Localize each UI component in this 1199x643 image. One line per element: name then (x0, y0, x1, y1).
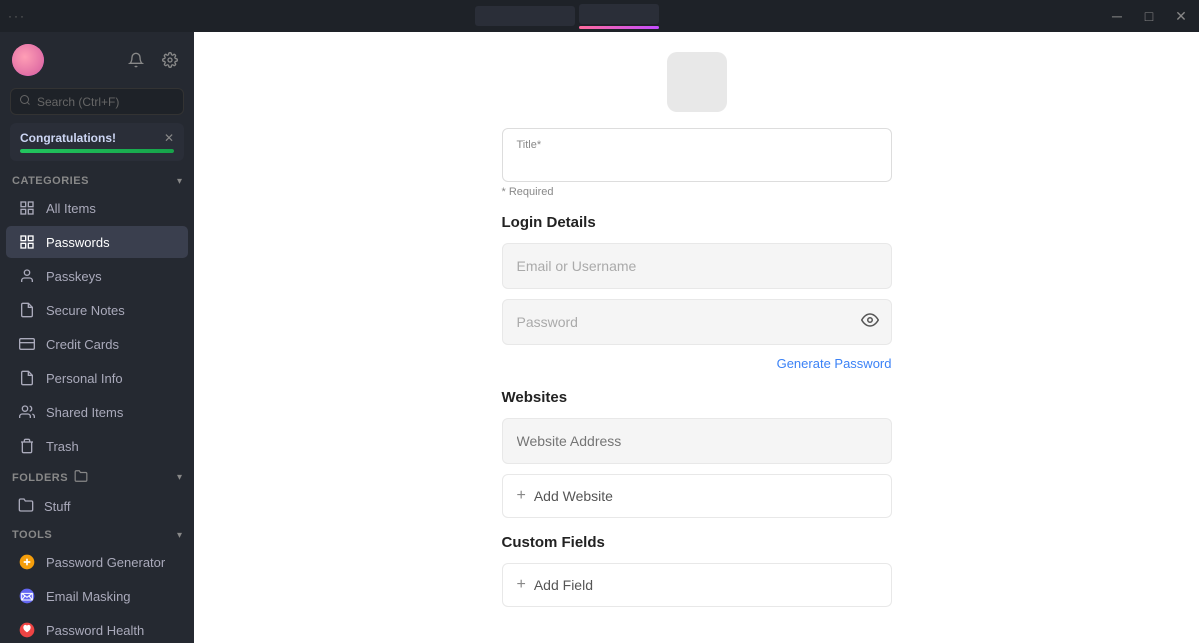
websites-section-title: Websites (502, 389, 892, 406)
secure-notes-label: Secure Notes (46, 303, 125, 318)
sidebar-item-password-generator[interactable]: Password Generator (6, 546, 188, 578)
tools-chevron-icon: ▾ (177, 530, 182, 541)
categories-section-header[interactable]: Categories ▾ (0, 169, 194, 191)
sidebar: Search (Ctrl+F) Congratulations! ✕ Categ… (0, 32, 194, 643)
website-input[interactable] (502, 418, 892, 464)
folder-stuff-label: Stuff (44, 499, 71, 514)
passkeys-icon (18, 267, 36, 285)
minimize-button[interactable]: ─ (1107, 6, 1127, 26)
tools-label: Tools (12, 529, 52, 541)
personal-info-label: Personal Info (46, 371, 123, 386)
trash-label: Trash (46, 439, 79, 454)
congrats-title: Congratulations! (20, 131, 116, 145)
sidebar-item-credit-cards[interactable]: Credit Cards (6, 328, 188, 360)
search-bar[interactable]: Search (Ctrl+F) (10, 88, 184, 115)
folders-label: Folders (12, 472, 68, 484)
password-input[interactable] (503, 300, 861, 344)
trash-icon (18, 437, 36, 455)
app-body: Search (Ctrl+F) Congratulations! ✕ Categ… (0, 32, 1199, 643)
congrats-banner: Congratulations! ✕ (10, 123, 184, 161)
header-icons (124, 48, 182, 72)
titlebar: ··· ─ □ ✕ (0, 0, 1199, 32)
add-field-label: Add Field (534, 577, 593, 593)
generate-password-link-wrapper: Generate Password (502, 355, 892, 373)
congrats-header: Congratulations! ✕ (20, 131, 174, 145)
password-generator-label: Password Generator (46, 555, 165, 570)
passwords-icon (18, 233, 36, 251)
password-field-wrapper (502, 299, 892, 345)
notifications-button[interactable] (124, 48, 148, 72)
folder-stuff[interactable]: Stuff (6, 491, 188, 522)
add-website-label: Add Website (534, 488, 613, 504)
title-label: Title* (517, 139, 877, 151)
folders-chevron-icon: ▾ (177, 472, 182, 483)
tab-active[interactable] (579, 4, 659, 24)
email-masking-icon (18, 587, 36, 605)
folders-section-header[interactable]: Folders ▾ (0, 463, 194, 490)
settings-button[interactable] (158, 48, 182, 72)
all-items-label: All Items (46, 201, 96, 216)
main-content: Title* * Required Login Details Ge (194, 32, 1199, 643)
required-note: * Required (502, 186, 892, 198)
add-field-button[interactable]: + Add Field (502, 563, 892, 607)
personal-info-icon (18, 369, 36, 387)
email-input[interactable] (517, 258, 877, 274)
sidebar-item-trash[interactable]: Trash (6, 430, 188, 462)
categories-chevron-icon: ▾ (177, 176, 182, 187)
add-website-plus-icon: + (517, 487, 526, 505)
login-section-title: Login Details (502, 214, 892, 231)
passkeys-label: Passkeys (46, 269, 102, 284)
tools-section-header[interactable]: Tools ▾ (0, 523, 194, 545)
titlebar-dots: ··· (8, 9, 26, 23)
sidebar-item-shared-items[interactable]: Shared Items (6, 396, 188, 428)
titlebar-controls: ─ □ ✕ (1107, 6, 1191, 26)
sidebar-item-personal-info[interactable]: Personal Info (6, 362, 188, 394)
tab-inactive-1[interactable] (475, 6, 575, 26)
sidebar-item-email-masking[interactable]: Email Masking (6, 580, 188, 612)
password-generator-icon (18, 553, 36, 571)
password-health-icon (18, 621, 36, 639)
progress-bar (20, 149, 174, 153)
password-toggle-icon[interactable] (861, 311, 891, 334)
maximize-button[interactable]: □ (1139, 6, 1159, 26)
search-placeholder: Search (Ctrl+F) (37, 95, 119, 109)
title-input[interactable] (517, 153, 877, 169)
categories-label: Categories (12, 175, 89, 187)
sidebar-item-secure-notes[interactable]: Secure Notes (6, 294, 188, 326)
item-icon-placeholder (667, 52, 727, 112)
sidebar-item-passwords[interactable]: Passwords (6, 226, 188, 258)
secure-notes-icon (18, 301, 36, 319)
custom-fields-section-title: Custom Fields (502, 534, 892, 551)
form-container: Title* * Required Login Details Ge (502, 128, 892, 623)
avatar[interactable] (12, 44, 44, 76)
new-folder-icon[interactable] (74, 469, 88, 486)
title-input-wrapper: Title* (502, 128, 892, 182)
congrats-close-button[interactable]: ✕ (164, 131, 174, 145)
sidebar-item-passkeys[interactable]: Passkeys (6, 260, 188, 292)
sidebar-item-all-items[interactable]: All Items (6, 192, 188, 224)
add-website-button[interactable]: + Add Website (502, 474, 892, 518)
credit-cards-label: Credit Cards (46, 337, 119, 352)
password-health-label: Password Health (46, 623, 144, 638)
passwords-label: Passwords (46, 235, 110, 250)
progress-fill (20, 149, 174, 153)
close-button[interactable]: ✕ (1171, 6, 1191, 26)
avatar-image (12, 44, 44, 76)
search-icon (19, 94, 31, 109)
titlebar-center (475, 4, 659, 29)
email-masking-label: Email Masking (46, 589, 131, 604)
generate-password-link[interactable]: Generate Password (777, 356, 892, 371)
shared-items-icon (18, 403, 36, 421)
add-field-plus-icon: + (517, 576, 526, 594)
sidebar-item-password-health[interactable]: Password Health (6, 614, 188, 643)
folder-icon (18, 497, 34, 516)
credit-cards-icon (18, 335, 36, 353)
tab-active-strip (579, 26, 659, 29)
email-field-wrapper (502, 243, 892, 289)
all-items-icon (18, 199, 36, 217)
shared-items-label: Shared Items (46, 405, 123, 420)
sidebar-header (0, 32, 194, 84)
